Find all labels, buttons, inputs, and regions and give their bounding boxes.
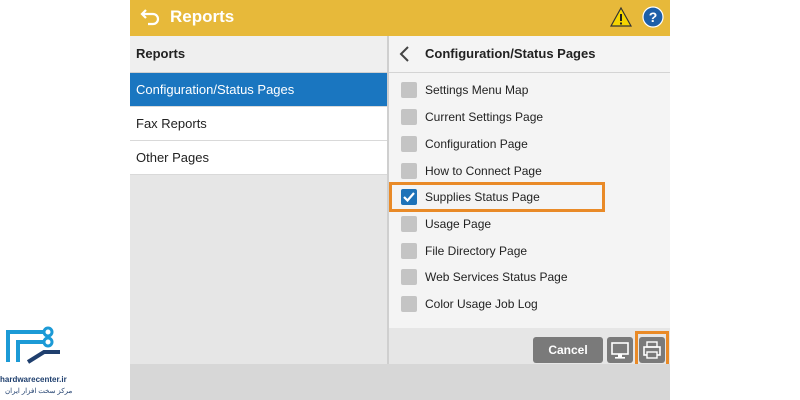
checkbox[interactable] [401, 269, 417, 285]
bottom-strip [130, 364, 670, 400]
option-file-directory-page[interactable]: File Directory Page [389, 239, 670, 265]
option-color-usage-job-log[interactable]: Color Usage Job Log [389, 292, 670, 318]
option-current-settings-page[interactable]: Current Settings Page [389, 105, 670, 131]
option-label: Current Settings Page [425, 110, 544, 124]
help-icon[interactable]: ? [642, 6, 664, 28]
checkbox[interactable] [401, 216, 417, 232]
menu-item-configuration-status[interactable]: Configuration/Status Pages [130, 73, 387, 107]
option-web-services-status-page[interactable]: Web Services Status Page [389, 265, 670, 291]
monitor-icon [611, 342, 629, 359]
checkbox[interactable] [401, 109, 417, 125]
option-settings-menu-map[interactable]: Settings Menu Map [389, 78, 670, 104]
page-title: Reports [170, 7, 235, 26]
option-label: Usage Page [425, 217, 492, 231]
checkbox[interactable] [401, 136, 417, 152]
watermark-tagline: مرکز سخت افزار ایران [5, 388, 73, 395]
print-highlight-box [635, 331, 669, 367]
warning-icon[interactable] [610, 6, 632, 28]
preview-button[interactable] [607, 337, 633, 363]
checkbox[interactable] [401, 82, 417, 98]
highlight-box [389, 182, 605, 212]
right-panel: Configuration/Status Pages Settings Menu… [389, 36, 670, 364]
right-panel-heading: Configuration/Status Pages [425, 46, 596, 61]
action-footer: Cancel [389, 328, 670, 367]
left-panel-heading: Reports [130, 36, 387, 73]
menu-item-fax-reports[interactable]: Fax Reports [130, 107, 387, 141]
option-label: Configuration Page [425, 137, 528, 151]
right-panel-header: Configuration/Status Pages [389, 36, 670, 73]
menu-item-other-pages[interactable]: Other Pages [130, 141, 387, 175]
chevron-left-icon[interactable] [397, 45, 413, 63]
option-label: Settings Menu Map [425, 83, 529, 97]
back-arrow-icon[interactable] [140, 6, 162, 28]
printer-screen: Reports ? Reports Configuration/Status P… [130, 0, 670, 400]
checkbox[interactable] [401, 163, 417, 179]
option-label: File Directory Page [425, 244, 528, 258]
watermark-site: hardwarecenter.ir [0, 375, 67, 384]
option-label: How to Connect Page [425, 164, 542, 178]
left-panel: Reports Configuration/Status Pages Fax R… [130, 36, 387, 364]
cancel-button[interactable]: Cancel [533, 337, 603, 363]
option-label: Web Services Status Page [425, 270, 568, 284]
option-label: Color Usage Job Log [425, 297, 538, 311]
option-usage-page[interactable]: Usage Page [389, 212, 670, 238]
svg-text:?: ? [649, 9, 658, 25]
top-bar: Reports ? [130, 0, 670, 36]
checkbox[interactable] [401, 243, 417, 259]
checkbox[interactable] [401, 296, 417, 312]
option-configuration-page[interactable]: Configuration Page [389, 132, 670, 158]
